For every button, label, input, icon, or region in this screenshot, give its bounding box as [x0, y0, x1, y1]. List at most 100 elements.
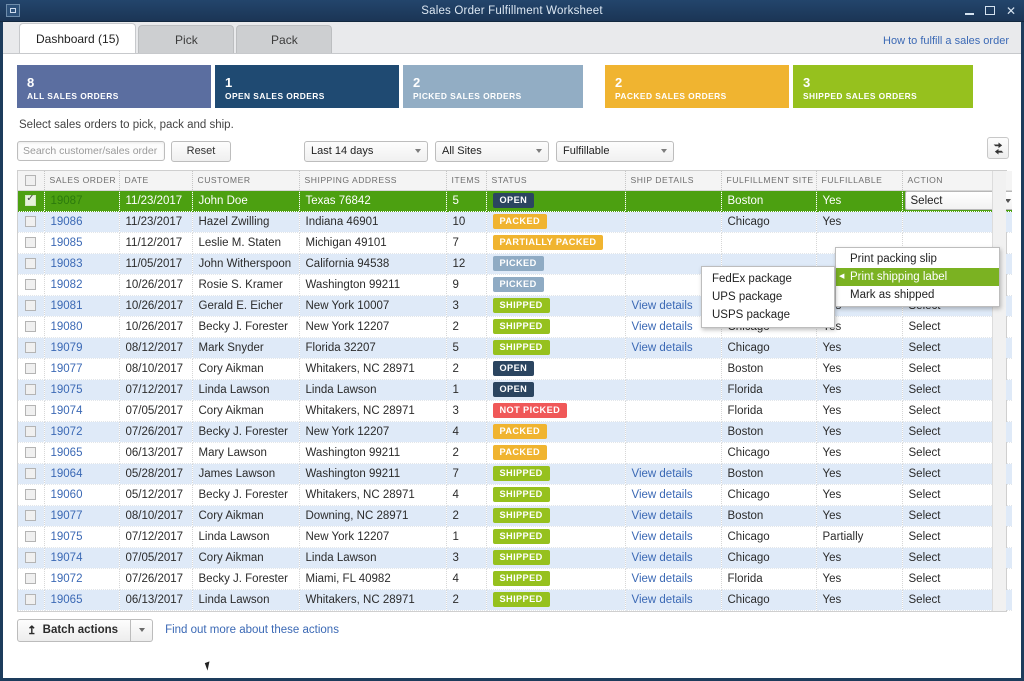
row-checkbox-cell[interactable]: [18, 589, 45, 611]
table-row[interactable]: 19072 07/26/2017 Becky J. Forester Miami, F…: [18, 568, 1012, 590]
cell-sales-order-text[interactable]: 19081: [51, 300, 83, 312]
row-checkbox[interactable]: [25, 341, 37, 353]
table-row[interactable]: 19074 07/05/2017 Cory Aikman Linda Lawson 3 S…: [18, 547, 1012, 569]
cell-sales-order-text[interactable]: 19077: [51, 510, 83, 522]
find-out-more-link[interactable]: Find out more about these actions: [165, 624, 339, 636]
column-header-fulfillable[interactable]: FULFILLABLE: [816, 171, 903, 191]
cell-ship-details-text[interactable]: View details: [632, 531, 693, 543]
row-checkbox[interactable]: [25, 488, 37, 500]
table-row[interactable]: 19072 07/26/2017 Becky J. Forester New York…: [18, 421, 1012, 443]
row-checkbox-cell[interactable]: [18, 316, 45, 338]
table-row[interactable]: 19077 08/10/2017 Cory Aikman Whitakers, NC …: [18, 358, 1012, 380]
column-header-customer[interactable]: CUSTOMER: [192, 171, 300, 191]
cell-sales-order-text[interactable]: 19083: [51, 258, 83, 270]
minimize-icon[interactable]: [964, 7, 974, 15]
action-select-label[interactable]: Select: [909, 573, 941, 585]
table-row[interactable]: 19077 08/10/2017 Cory Aikman Downing, NC 28…: [18, 505, 1012, 527]
table-row[interactable]: 19086 11/23/2017 Hazel Zwilling Indiana 469…: [18, 211, 1012, 233]
row-checkbox-cell[interactable]: [18, 463, 45, 485]
cell-sales-order-text[interactable]: 19079: [51, 342, 83, 354]
action-select-label[interactable]: Select: [909, 489, 941, 501]
cell-ship-details-text[interactable]: View details: [632, 552, 693, 564]
table-row[interactable]: 19065 06/13/2017 Mary Lawson Washington 992…: [18, 442, 1012, 464]
row-checkbox[interactable]: [25, 572, 37, 584]
row-checkbox-cell[interactable]: [18, 211, 45, 233]
package-menu-item-ups-package[interactable]: UPS package: [702, 288, 834, 306]
batch-actions-button[interactable]: ↥ Batch actions: [17, 618, 132, 642]
action-select-label[interactable]: Select: [909, 363, 941, 375]
row-checkbox[interactable]: [25, 362, 37, 374]
row-checkbox[interactable]: [25, 467, 37, 479]
row-checkbox[interactable]: [25, 193, 37, 206]
row-checkbox-cell[interactable]: [18, 232, 45, 254]
package-menu-item-usps-package[interactable]: USPS package: [702, 306, 834, 324]
row-checkbox[interactable]: [25, 320, 37, 332]
cell-sales-order-text[interactable]: 19075: [51, 531, 83, 543]
table-row[interactable]: 19064 05/28/2017 James Lawson Washington 99…: [18, 463, 1012, 485]
row-checkbox-cell[interactable]: [18, 337, 45, 359]
kpi-card-shipped-sales-orders[interactable]: 3 SHIPPED SALES ORDERS: [793, 65, 973, 108]
row-checkbox[interactable]: [25, 551, 37, 563]
cell-ship-details-text[interactable]: View details: [632, 300, 693, 312]
maximize-icon[interactable]: [984, 6, 995, 15]
column-header-items[interactable]: ITEMS: [446, 171, 487, 191]
row-checkbox-cell[interactable]: [18, 505, 45, 527]
action-select-label[interactable]: Select: [909, 447, 941, 459]
cell-ship-details-text[interactable]: View details: [632, 510, 693, 522]
reset-button[interactable]: Reset: [171, 140, 231, 162]
tab-pick[interactable]: Pick: [138, 25, 235, 53]
action-select-label[interactable]: Select: [909, 552, 941, 564]
close-icon[interactable]: ✕: [1006, 5, 1016, 17]
row-checkbox[interactable]: [25, 299, 37, 311]
cell-sales-order-text[interactable]: 19074: [51, 552, 83, 564]
search-input[interactable]: Search customer/sales order: [17, 141, 165, 161]
kpi-card-picked-sales-orders[interactable]: 2 PICKED SALES ORDERS: [403, 65, 583, 108]
cell-ship-details-text[interactable]: View details: [632, 489, 693, 501]
tab-pack[interactable]: Pack: [236, 25, 333, 53]
tab-dashboard[interactable]: Dashboard (15): [19, 23, 137, 53]
table-row[interactable]: 19060 05/12/2017 Becky J. Forester Whitaker…: [18, 484, 1012, 506]
cell-sales-order-text[interactable]: 19060: [51, 489, 83, 501]
package-menu-item-fedex-package[interactable]: FedEx package: [702, 270, 834, 288]
table-row[interactable]: 19065 06/13/2017 Linda Lawson Whitakers, NC…: [18, 589, 1012, 611]
column-header-sales-order[interactable]: SALES ORDER: [44, 171, 120, 191]
cell-ship-details-text[interactable]: View details: [632, 321, 693, 333]
row-checkbox[interactable]: [25, 383, 37, 395]
row-checkbox[interactable]: [25, 446, 37, 458]
table-row[interactable]: 19079 08/12/2017 Mark Snyder Florida 32207 5…: [18, 337, 1012, 359]
row-checkbox[interactable]: [25, 404, 37, 416]
row-checkbox-cell[interactable]: [18, 442, 45, 464]
cell-sales-order-text[interactable]: 19072: [51, 426, 83, 438]
table-scrollbar[interactable]: [992, 171, 1006, 611]
cell-sales-order-text[interactable]: 19072: [51, 573, 83, 585]
action-select-label[interactable]: Select: [909, 468, 941, 480]
cell-ship-details-text[interactable]: View details: [632, 468, 693, 480]
cell-sales-order-text[interactable]: 19077: [51, 363, 83, 375]
row-checkbox-cell[interactable]: [18, 190, 45, 212]
cell-sales-order-text[interactable]: 19075: [51, 384, 83, 396]
action-select-label[interactable]: Select: [909, 510, 941, 522]
row-checkbox[interactable]: [25, 425, 37, 437]
table-row[interactable]: 19075 07/12/2017 Linda Lawson New York 1220…: [18, 526, 1012, 548]
row-checkbox-cell[interactable]: [18, 547, 45, 569]
cell-sales-order-text[interactable]: 19074: [51, 405, 83, 417]
row-checkbox-cell[interactable]: [18, 421, 45, 443]
action-select-label[interactable]: Select: [909, 405, 941, 417]
action-select-label[interactable]: Select: [909, 594, 941, 606]
table-row[interactable]: 19074 07/05/2017 Cory Aikman Whitakers, NC …: [18, 400, 1012, 422]
table-row[interactable]: 19087 11/23/2017 John Doe Texas 76842 5 OPEN B…: [18, 190, 1012, 212]
row-checkbox[interactable]: [25, 236, 37, 248]
row-checkbox[interactable]: [25, 215, 37, 227]
row-checkbox[interactable]: [25, 530, 37, 542]
row-checkbox-cell[interactable]: [18, 379, 45, 401]
cell-sales-order-text[interactable]: 19080: [51, 321, 83, 333]
kpi-card-packed-sales-orders[interactable]: 2 PACKED SALES ORDERS: [605, 65, 789, 108]
column-header-status[interactable]: STATUS: [486, 171, 626, 191]
row-checkbox-cell[interactable]: [18, 295, 45, 317]
select-all-header[interactable]: [18, 171, 45, 191]
row-checkbox[interactable]: [25, 509, 37, 521]
action-menu-item-print-packing-slip[interactable]: Print packing slip: [836, 250, 999, 268]
cell-sales-order-text[interactable]: 19065: [51, 447, 83, 459]
refresh-icon[interactable]: [987, 137, 1009, 159]
row-checkbox-cell[interactable]: [18, 253, 45, 275]
